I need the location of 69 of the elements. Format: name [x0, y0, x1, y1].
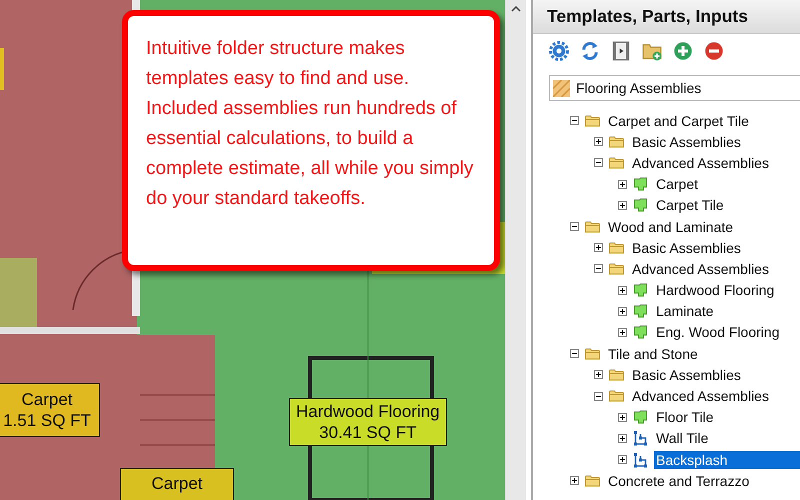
tree-item[interactable]: Wood and Laminate [606, 218, 736, 236]
folder-icon [607, 260, 626, 277]
tree-item[interactable]: Carpet and Carpet Tile [606, 112, 751, 130]
folder-add-icon[interactable] [642, 41, 662, 61]
tree-item[interactable]: Basic Assemblies [630, 132, 743, 151]
area-label: Hardwood Flooring 30.41 SQ FT [289, 398, 447, 446]
tree-item[interactable]: Laminate [654, 302, 716, 320]
tree-item[interactable]: Wall Tile [654, 429, 710, 448]
folder-icon [583, 346, 602, 362]
collapse-icon[interactable] [594, 264, 603, 274]
scroll-up-icon[interactable] [511, 6, 521, 12]
refresh-icon[interactable] [580, 41, 600, 61]
collapse-icon[interactable] [594, 158, 603, 168]
expand-icon[interactable] [618, 180, 627, 189]
tree-item[interactable]: Basic Assemblies [630, 366, 743, 384]
shape-icon [631, 303, 650, 320]
expand-icon[interactable] [618, 412, 627, 422]
folder-icon [607, 134, 626, 150]
callout-text: Intuitive folder structure makes templates easy to find and use. Included assemblies run hundreds of essential calculations, to build a complete estimate, all while you simply do your standard takeoffs. [122, 10, 500, 271]
vertical-scrollbar[interactable] [505, 0, 526, 500]
expand-icon[interactable] [594, 370, 603, 380]
expand-icon[interactable] [618, 306, 627, 316]
folder-icon [607, 240, 626, 256]
shape-icon [631, 197, 650, 214]
tree-item[interactable]: Floor Tile [654, 408, 716, 426]
expand-icon[interactable] [570, 476, 579, 486]
collapse-icon[interactable] [570, 349, 579, 358]
panel-title: Templates, Parts, Inputs [547, 6, 748, 27]
expand-icon[interactable] [618, 434, 627, 443]
shape-icon [631, 324, 650, 340]
expand-icon[interactable] [594, 243, 603, 252]
tree-item[interactable]: Advanced Assemblies [630, 260, 771, 278]
tree-item[interactable]: Hardwood Flooring [654, 281, 776, 300]
tree-item[interactable]: Backsplash [654, 450, 800, 469]
expand-icon[interactable] [618, 328, 627, 337]
shape-icon [631, 409, 650, 426]
collapse-icon[interactable] [570, 116, 579, 126]
tree-item[interactable]: Advanced Assemblies [630, 387, 771, 406]
add-icon[interactable] [673, 41, 693, 61]
folder-icon [607, 388, 626, 404]
collapse-icon[interactable] [594, 392, 603, 401]
area-label: Carpet 1.51 SQ FT [0, 383, 100, 437]
expand-icon[interactable] [618, 455, 627, 464]
hatch-swatch-icon [553, 80, 570, 96]
line-shape-icon [631, 452, 650, 468]
expand-icon[interactable] [594, 137, 603, 146]
tree-item[interactable]: Carpet Tile [654, 196, 726, 214]
folder-icon [583, 112, 602, 129]
tree-item[interactable]: Basic Assemblies [630, 238, 743, 257]
film-icon[interactable] [611, 41, 631, 61]
tree-item[interactable]: Carpet [654, 175, 700, 194]
tree-item[interactable]: Eng. Wood Flooring [654, 323, 782, 342]
remove-icon[interactable] [704, 41, 724, 61]
shape-icon [631, 282, 650, 298]
template-dropdown[interactable]: Flooring Assemblies [549, 75, 800, 101]
expand-icon[interactable] [618, 286, 627, 295]
line-shape-icon [631, 430, 650, 446]
expand-icon[interactable] [618, 200, 627, 210]
folder-icon [607, 154, 626, 171]
folder-icon [607, 366, 626, 383]
folder-icon [583, 472, 602, 489]
tree-item[interactable]: Concrete and Terrazzo [606, 472, 752, 490]
collapse-icon[interactable] [570, 222, 579, 232]
tree-item[interactable]: Advanced Assemblies [630, 154, 771, 172]
area-label: Carpet [120, 468, 234, 500]
tree-item[interactable]: Tile and Stone [606, 344, 700, 363]
shape-icon [631, 176, 650, 192]
gear-icon[interactable] [549, 41, 569, 61]
folder-icon [583, 218, 602, 235]
